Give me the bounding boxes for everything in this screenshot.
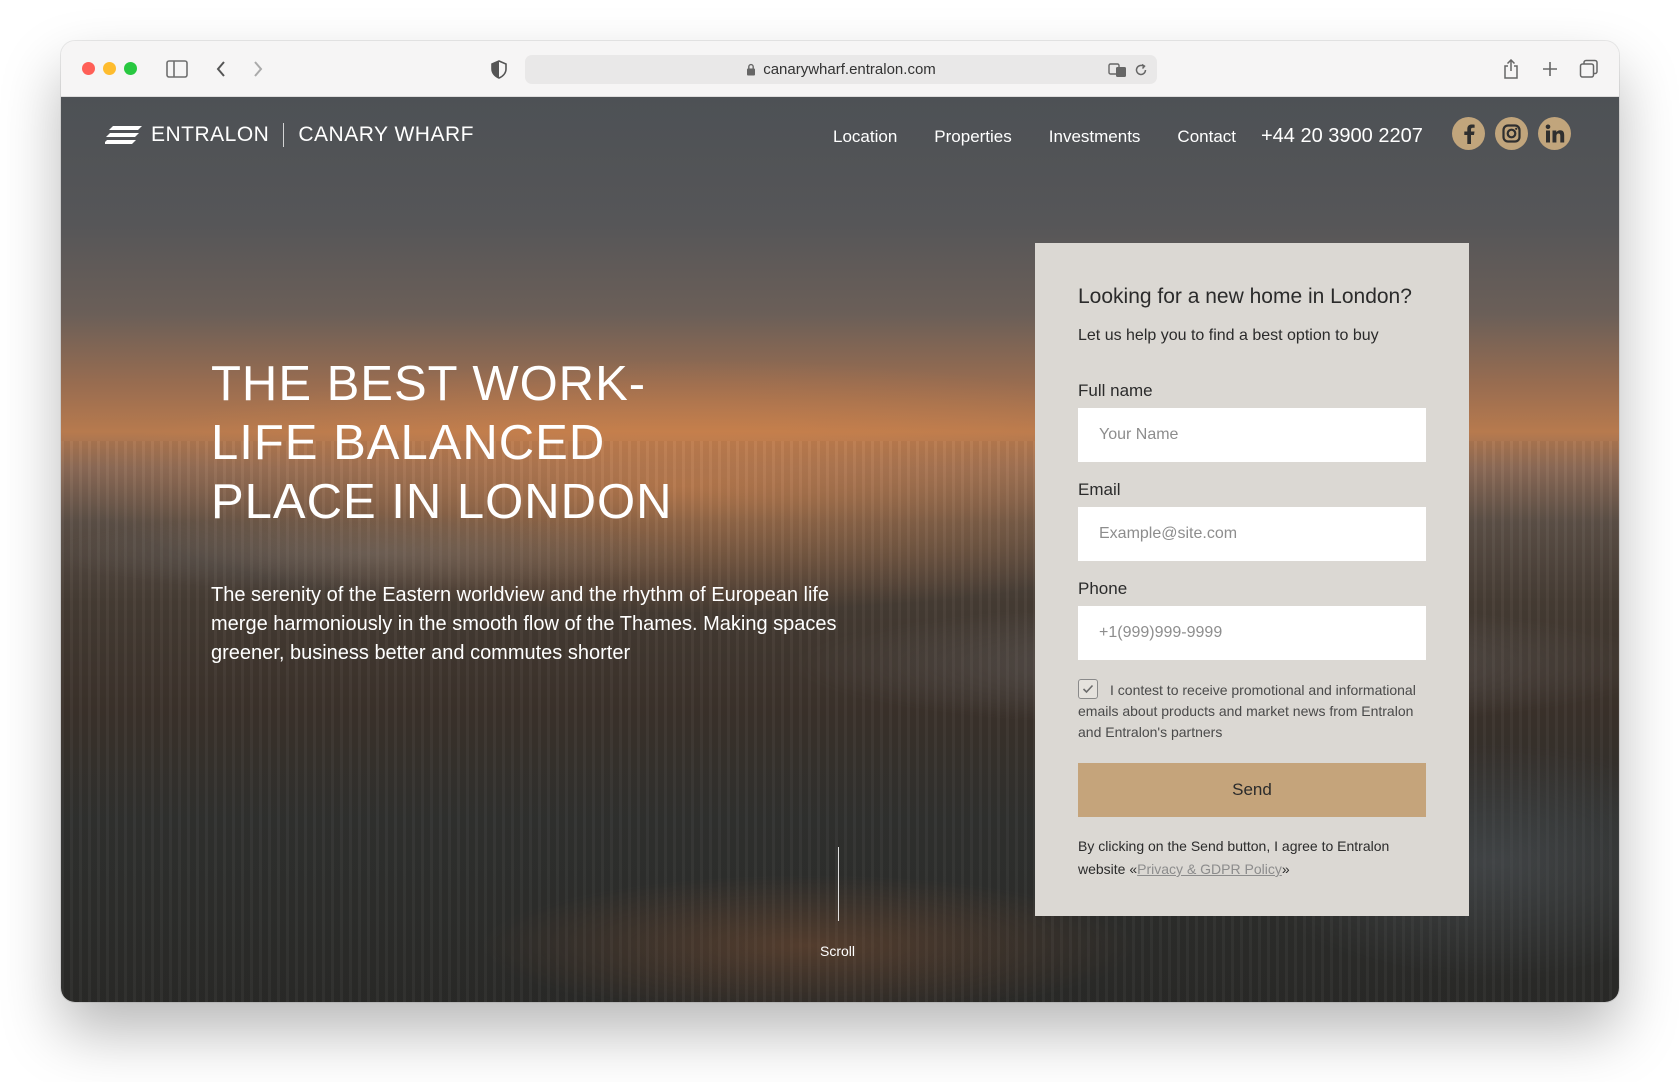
agreement-text: By clicking on the Send button, I agree … xyxy=(1078,835,1438,881)
hero-subtitle: The serenity of the Eastern worldview an… xyxy=(211,584,837,664)
hero-title-line-2: LIFE BALANCED xyxy=(211,416,606,470)
brand-name: ENTRALON xyxy=(151,123,270,146)
main-nav: Location Properties Investments Contact xyxy=(833,127,1273,147)
close-window-button[interactable] xyxy=(82,62,95,75)
forward-icon[interactable] xyxy=(246,57,270,81)
lead-form: Looking for a new home in London? Let us… xyxy=(1035,243,1469,916)
hero-title: THE BEST WORK- LIFE BALANCED PLACE IN LO… xyxy=(211,355,731,532)
scroll-label[interactable]: Scroll xyxy=(820,943,855,959)
linkedin-icon[interactable] xyxy=(1538,117,1571,150)
address-bar[interactable]: canarywharf.entralon.com xyxy=(525,55,1157,84)
entralon-logo-icon xyxy=(105,124,143,146)
full-name-label: Full name xyxy=(1078,381,1153,400)
scroll-indicator-line xyxy=(838,847,839,921)
privacy-shield-icon[interactable] xyxy=(487,57,511,81)
email-input[interactable] xyxy=(1078,507,1426,561)
full-name-input[interactable] xyxy=(1078,408,1426,462)
share-icon[interactable] xyxy=(1499,57,1523,81)
nav-location[interactable]: Location xyxy=(833,127,897,147)
email-label: Email xyxy=(1078,480,1121,499)
lock-icon xyxy=(746,63,756,76)
page-viewport: ENTRALON CANARY WHARF Location Propertie… xyxy=(61,97,1619,1002)
zoom-window-button[interactable] xyxy=(124,62,137,75)
site-logo[interactable]: ENTRALON CANARY WHARF xyxy=(105,123,474,147)
privacy-policy-link[interactable]: Privacy & GDPR Policy xyxy=(1137,861,1282,877)
facebook-icon[interactable] xyxy=(1452,117,1485,150)
phone-label: Phone xyxy=(1078,579,1128,598)
hero-title-line-1: THE BEST WORK- xyxy=(211,357,647,411)
reload-icon[interactable] xyxy=(1130,59,1152,81)
agreement-suffix: » xyxy=(1281,861,1290,877)
instagram-icon[interactable] xyxy=(1495,117,1528,150)
logo-divider xyxy=(283,123,285,147)
sidebar-toggle-icon[interactable] xyxy=(165,57,189,81)
browser-toolbar: canarywharf.entralon.com xyxy=(61,41,1619,97)
send-button[interactable]: Send xyxy=(1078,763,1426,817)
translate-icon[interactable] xyxy=(1107,59,1129,81)
consent-text: I contest to receive promotional and inf… xyxy=(1078,682,1416,740)
phone-number[interactable]: +44 20 3900 2207 xyxy=(1261,125,1423,148)
form-subheading: Let us help you to find a best option to… xyxy=(1078,327,1379,344)
url-text: canarywharf.entralon.com xyxy=(763,61,936,78)
phone-input[interactable] xyxy=(1078,606,1426,660)
hero-title-line-3: PLACE IN LONDON xyxy=(211,475,673,529)
nav-investments[interactable]: Investments xyxy=(1049,127,1141,147)
form-heading: Looking for a new home in London? xyxy=(1078,285,1412,308)
tab-overview-icon[interactable] xyxy=(1577,57,1601,81)
nav-properties[interactable]: Properties xyxy=(934,127,1011,147)
minimize-window-button[interactable] xyxy=(103,62,116,75)
back-icon[interactable] xyxy=(209,57,233,81)
browser-window: canarywharf.entralon.com ENTRALON CANARY… xyxy=(61,41,1619,1002)
nav-contact[interactable]: Contact xyxy=(1177,127,1236,147)
new-tab-icon[interactable] xyxy=(1538,57,1562,81)
sub-brand-name: CANARY WHARF xyxy=(298,123,474,146)
